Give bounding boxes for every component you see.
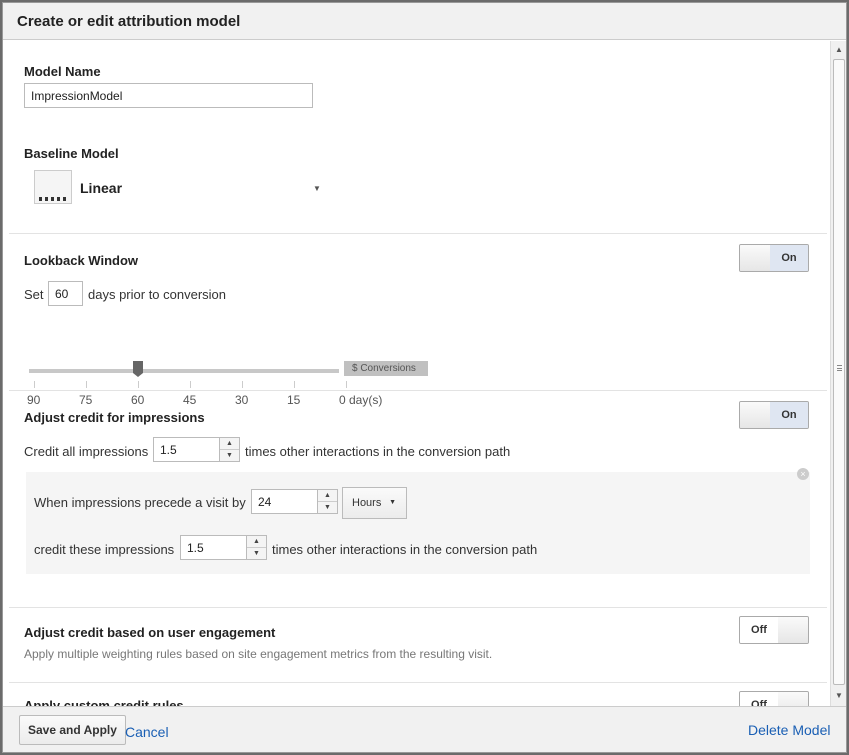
toggle-state: On <box>770 245 808 271</box>
engagement-toggle[interactable]: Off <box>739 616 809 644</box>
slider-tick <box>138 381 139 388</box>
dialog-titlebar: Create or edit attribution model <box>3 3 846 40</box>
baseline-model-select[interactable]: Linear <box>80 180 122 196</box>
precede-stepper[interactable]: ▲ ▼ <box>318 489 338 514</box>
slider-tick <box>294 381 295 388</box>
credit-all-label: Credit all impressions <box>24 444 149 459</box>
model-section <box>9 41 827 234</box>
credit-all-stepper[interactable]: ▲ ▼ <box>220 437 240 462</box>
engagement-description: Apply multiple weighting rules based on … <box>24 647 493 661</box>
stepper-down-icon[interactable]: ▼ <box>220 450 239 462</box>
unit-dropdown[interactable]: Hours ▼ <box>342 487 407 519</box>
lookback-prefix: Set <box>24 287 44 302</box>
slider-handle[interactable] <box>133 361 143 377</box>
linear-model-icon <box>34 170 72 204</box>
stepper-up-icon[interactable]: ▲ <box>247 536 266 548</box>
content-scrollbar[interactable]: ▲ ▼ <box>830 41 846 706</box>
slider-tick <box>34 381 35 388</box>
scroll-down-icon[interactable]: ▼ <box>835 691 843 700</box>
toggle-state: Off <box>740 617 778 643</box>
dialog-footer: Save and Apply Cancel Delete Model <box>3 706 846 752</box>
stepper-up-icon[interactable]: ▲ <box>220 438 239 450</box>
lookback-label: Lookback Window <box>24 253 138 268</box>
toggle-knob <box>740 245 771 271</box>
toggle-knob <box>777 692 808 706</box>
credit-these-label: credit these impressions <box>34 542 175 557</box>
chevron-down-icon: ▼ <box>389 499 396 506</box>
baseline-model-label: Baseline Model <box>24 146 119 161</box>
precede-label: When impressions precede a visit by <box>34 495 246 510</box>
stepper-down-icon[interactable]: ▼ <box>247 548 266 560</box>
model-name-input[interactable] <box>24 83 313 108</box>
lookback-suffix: days prior to conversion <box>88 287 227 302</box>
chevron-down-icon[interactable]: ▼ <box>313 184 321 193</box>
custom-rules-toggle[interactable]: Off <box>739 691 809 706</box>
slider-tick <box>242 381 243 388</box>
dialog-title: Create or edit attribution model <box>17 13 241 30</box>
attribution-model-dialog: Create or edit attribution model Model N… <box>2 2 847 753</box>
stepper-up-icon[interactable]: ▲ <box>318 490 337 502</box>
credit-all-input[interactable] <box>153 437 220 462</box>
toggle-state: Off <box>740 692 778 706</box>
engagement-section <box>9 609 827 683</box>
save-apply-button[interactable]: Save and Apply <box>19 715 126 745</box>
scroll-up-icon[interactable]: ▲ <box>835 45 843 54</box>
credit-these-input[interactable] <box>180 535 247 560</box>
cancel-link[interactable]: Cancel <box>125 724 169 740</box>
slider-tick <box>86 381 87 388</box>
grip-icon <box>837 365 842 371</box>
lookback-slider-track[interactable] <box>29 369 339 373</box>
impressions-toggle[interactable]: On <box>739 401 809 429</box>
model-name-label: Model Name <box>24 64 101 79</box>
lookback-toggle[interactable]: On <box>739 244 809 272</box>
impression-rule-box <box>26 472 810 574</box>
credit-these-stepper[interactable]: ▲ ▼ <box>247 535 267 560</box>
conversions-marker: $ Conversions <box>344 361 428 376</box>
stepper-down-icon[interactable]: ▼ <box>318 502 337 514</box>
slider-tick <box>346 381 347 388</box>
engagement-label: Adjust credit based on user engagement <box>24 625 276 640</box>
unit-label: Hours <box>352 497 382 509</box>
remove-rule-icon[interactable]: × <box>797 468 809 480</box>
lookback-days-input[interactable] <box>48 281 83 306</box>
toggle-state: On <box>770 402 808 428</box>
credit-all-suffix: times other interactions in the conversi… <box>245 444 511 459</box>
slider-tick <box>190 381 191 388</box>
credit-these-suffix: times other interactions in the conversi… <box>272 542 538 557</box>
scroll-thumb[interactable] <box>833 59 845 685</box>
toggle-knob <box>740 402 771 428</box>
custom-rules-label: Apply custom credit rules <box>24 698 184 706</box>
dialog-content: Model Name Baseline Model Linear ▼ Lookb… <box>3 41 829 706</box>
toggle-knob <box>777 617 808 643</box>
precede-input[interactable] <box>251 489 318 514</box>
impressions-label: Adjust credit for impressions <box>24 410 205 425</box>
delete-model-link[interactable]: Delete Model <box>748 722 831 738</box>
